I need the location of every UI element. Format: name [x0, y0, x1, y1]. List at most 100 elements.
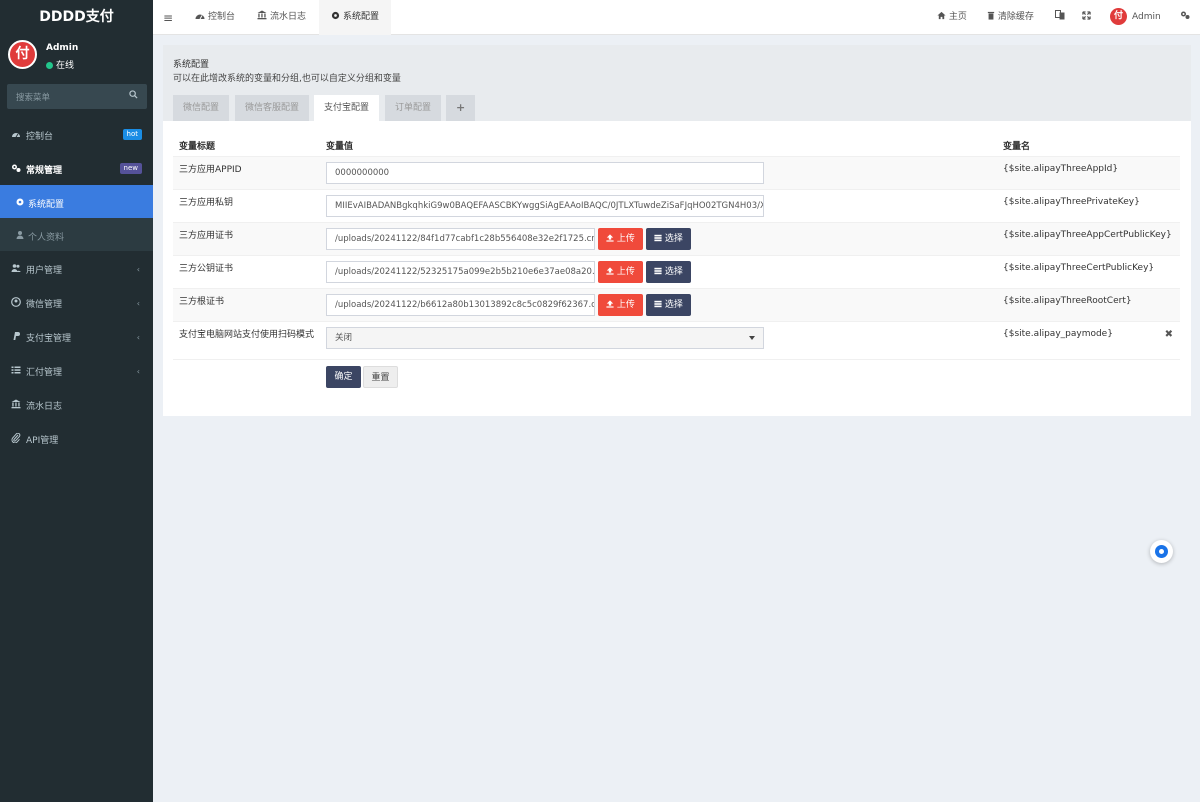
chat-bubble-icon — [1155, 545, 1168, 558]
upload-icon — [606, 300, 614, 308]
sidebar-item-alipay[interactable]: 支付宝管理 ‹ — [0, 319, 153, 353]
search-icon[interactable] — [129, 90, 138, 99]
row-label: 三方公钥证书 — [179, 264, 234, 274]
column-header-title: 变量标题 — [179, 142, 216, 152]
fullscreen-button[interactable] — [1082, 0, 1091, 35]
tab-wechat-cs-config[interactable]: 微信客服配置 — [235, 95, 310, 121]
paymode-select[interactable]: 关闭 — [326, 327, 764, 349]
menu-search-placeholder: 搜索菜单 — [16, 93, 51, 103]
tab-dashboard[interactable]: 控制台 — [183, 0, 247, 35]
public-cert-input[interactable]: /uploads/20241122/52325175a099e2b5b210e6… — [326, 261, 595, 283]
top-navbar: ≡ 控制台 流水日志 系统配置 主页 清除缓存 付 Admin — [153, 0, 1200, 35]
select-button[interactable]: 选择 — [646, 294, 691, 316]
language-icon — [1055, 10, 1065, 20]
bank-icon — [257, 10, 267, 20]
list-icon — [654, 267, 662, 275]
user-status: 在线 — [46, 58, 74, 71]
user-menu[interactable]: 付 Admin — [1110, 0, 1161, 35]
sidebar-item-huifu[interactable]: 汇付管理 ‹ — [0, 353, 153, 387]
add-tab-button[interactable]: + — [446, 95, 476, 121]
menu-search-input[interactable]: 搜索菜单 — [7, 84, 147, 109]
tab-system-config[interactable]: 系统配置 — [319, 0, 392, 35]
table-row: 三方根证书 /uploads/20241122/b6612a80b1301389… — [173, 288, 1180, 321]
settings-button[interactable] — [1180, 0, 1190, 35]
paperclip-icon — [11, 433, 21, 443]
sidebar-item-label: 系统配置 — [28, 200, 65, 210]
online-dot-icon — [46, 62, 53, 69]
root-cert-input[interactable]: /uploads/20241122/b6612a80b13013892c8c5c… — [326, 294, 595, 316]
list-icon — [654, 300, 662, 308]
paymode-value: 关闭 — [335, 333, 353, 343]
reset-button[interactable]: 重置 — [363, 366, 398, 388]
menu-toggle-icon[interactable]: ≡ — [163, 11, 173, 25]
panel-header: 系统配置 可以在此增改系统的变量和分组,也可以自定义分组和变量 微信配置 微信客… — [163, 45, 1191, 121]
upload-button[interactable]: 上传 — [598, 228, 643, 250]
upload-label: 上传 — [616, 267, 635, 277]
tab-flow-log[interactable]: 流水日志 — [245, 0, 318, 35]
variable-name: {$site.alipayThreeAppId} — [1003, 164, 1119, 174]
select-button[interactable]: 选择 — [646, 228, 691, 250]
sidebar-item-api[interactable]: API管理 — [0, 421, 153, 455]
tab-label: 系统配置 — [343, 12, 380, 22]
sidebar-item-label: 常规管理 — [26, 166, 63, 176]
list-icon — [11, 366, 21, 374]
avatar: 付 — [1110, 8, 1127, 25]
chevron-left-icon: ‹ — [136, 265, 140, 274]
sidebar-item-wechat[interactable]: 微信管理 ‹ — [0, 285, 153, 319]
upload-button[interactable]: 上传 — [598, 261, 643, 283]
private-key-input[interactable]: MIIEvAIBADANBgkqhkiG9w0BAQEFAASCBKYwggSi… — [326, 195, 764, 217]
home-label: 主页 — [948, 12, 967, 22]
tab-order-config[interactable]: 订单配置 — [385, 95, 442, 121]
sidebar-item-profile[interactable]: 个人资料 — [0, 218, 153, 251]
cogs-icon — [12, 164, 21, 172]
user-menu-label: Admin — [1132, 12, 1161, 22]
users-icon — [11, 264, 21, 272]
sidebar-item-system-config[interactable]: 系统配置 — [0, 185, 153, 218]
column-header-name: 变量名 — [1003, 142, 1031, 152]
confirm-button[interactable]: 确定 — [326, 366, 361, 388]
avatar: 付 — [8, 40, 37, 69]
sidebar: DDDD支付 付 Admin 在线 搜索菜单 控制台 hot 常规管理 new … — [0, 0, 153, 802]
sidebar-item-users[interactable]: 用户管理 ‹ — [0, 251, 153, 285]
clear-cache-label: 清除缓存 — [997, 12, 1034, 22]
panel-description: 可以在此增改系统的变量和分组,也可以自定义分组和变量 — [173, 74, 401, 84]
translate-button[interactable] — [1055, 0, 1065, 35]
gear-icon — [331, 11, 340, 20]
sidebar-item-general[interactable]: 常规管理 new — [0, 151, 153, 185]
row-label: 三方根证书 — [179, 297, 225, 307]
table-row: 三方应用私钥 MIIEvAIBADANBgkqhkiG9w0BAQEFAASCB… — [173, 189, 1180, 222]
user-icon — [16, 231, 24, 239]
column-header-value: 变量值 — [326, 142, 354, 152]
row-divider — [173, 359, 1180, 360]
app-cert-input[interactable]: /uploads/20241122/84f1d77cabf1c28b556408… — [326, 228, 595, 250]
tab-alipay-config[interactable]: 支付宝配置 — [314, 95, 380, 121]
sidebar-item-label: 个人资料 — [28, 233, 65, 243]
chat-dot-icon — [1159, 549, 1164, 554]
fullscreen-icon — [1082, 11, 1091, 20]
list-icon — [654, 234, 662, 242]
close-icon[interactable]: ✖ — [1165, 329, 1173, 340]
chevron-left-icon: ‹ — [136, 367, 140, 376]
user-name: Admin — [46, 43, 79, 53]
row-label: 三方应用APPID — [179, 165, 242, 175]
chat-widget-button[interactable] — [1150, 540, 1173, 563]
variable-name: {$site.alipayThreeRootCert} — [1003, 296, 1132, 306]
sidebar-item-label: API管理 — [26, 436, 59, 446]
table-row: 三方应用APPID 0000000000 {$site.alipayThreeA… — [173, 156, 1180, 189]
table-row: 支付宝电脑网站支付使用扫码模式 关闭 {$site.alipay_paymode… — [173, 321, 1180, 359]
sidebar-menu: 控制台 hot 常规管理 new 系统配置 个人资料 用户管理 ‹ 微信管理 ‹… — [0, 117, 153, 455]
appid-input[interactable]: 0000000000 — [326, 162, 764, 184]
tab-wechat-config[interactable]: 微信配置 — [173, 95, 230, 121]
upload-button[interactable]: 上传 — [598, 294, 643, 316]
user-circle-icon — [11, 297, 21, 307]
hot-badge: hot — [122, 129, 142, 140]
sidebar-item-dashboard[interactable]: 控制台 hot — [0, 117, 153, 151]
home-link[interactable]: 主页 — [937, 0, 967, 35]
app-logo[interactable]: DDDD支付 — [0, 0, 153, 35]
sidebar-item-flow-log[interactable]: 流水日志 — [0, 387, 153, 421]
clear-cache-button[interactable]: 清除缓存 — [987, 0, 1034, 35]
upload-label: 上传 — [616, 300, 635, 310]
select-button[interactable]: 选择 — [646, 261, 691, 283]
variable-name: {$site.alipayThreeCertPublicKey} — [1003, 263, 1155, 273]
dashboard-icon — [195, 14, 205, 20]
